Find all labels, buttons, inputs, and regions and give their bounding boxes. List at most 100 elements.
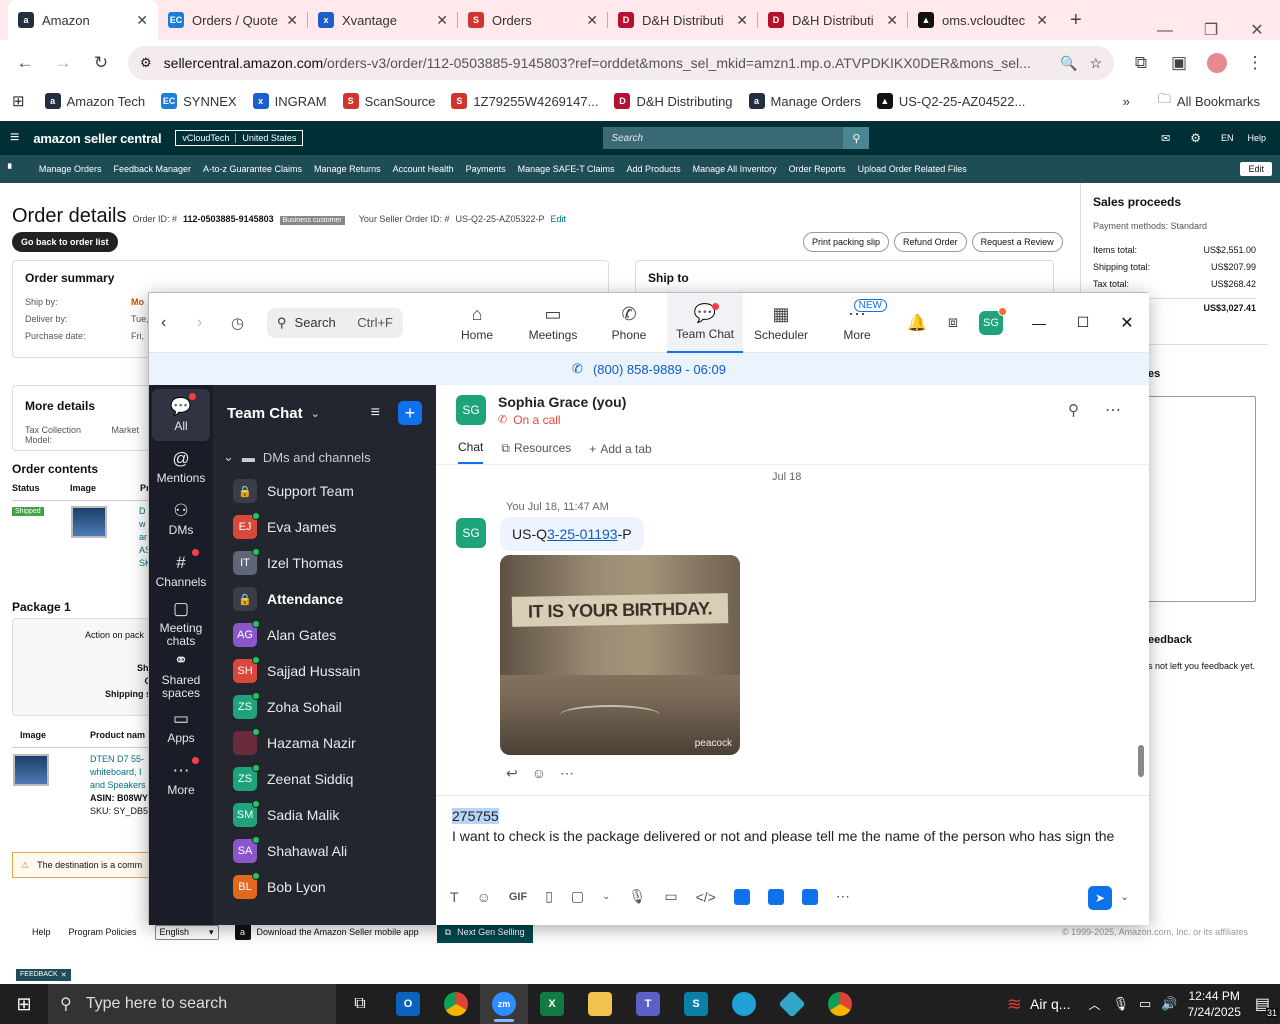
- browser-tab[interactable]: S Orders ✕: [458, 0, 608, 40]
- compose-selected-text[interactable]: 275755: [452, 808, 499, 824]
- mic-tray-icon[interactable]: 🎙: [1112, 996, 1129, 1012]
- product-title-line[interactable]: whiteboard, I: [90, 766, 148, 779]
- file-explorer-icon[interactable]: [576, 984, 624, 1024]
- task-view-icon[interactable]: ⧉: [336, 984, 384, 1024]
- zoom-avatar[interactable]: SG: [979, 306, 1007, 335]
- birthday-gif[interactable]: IT IS YOUR BIRTHDAY. peacock: [500, 555, 740, 755]
- more-actions-icon[interactable]: ⋯: [560, 765, 574, 782]
- notes-textarea[interactable]: [1146, 396, 1256, 602]
- team-chat-title[interactable]: Team Chat: [227, 405, 303, 422]
- seller-search-box[interactable]: Search ⚲: [603, 127, 870, 149]
- tab-resources[interactable]: ⧉ Resources: [501, 441, 571, 464]
- zoom-nav-team-chat[interactable]: 💬 Team Chat: [667, 292, 743, 353]
- bookmark-item[interactable]: S ScanSource: [335, 93, 444, 109]
- zoom-nav-home[interactable]: ⌂ Home: [439, 293, 515, 353]
- tray-chevron-icon[interactable]: ︿: [1088, 996, 1100, 1013]
- nav-link[interactable]: Add Products: [627, 164, 681, 174]
- zoom-nav-meetings[interactable]: ▭ Meetings: [515, 293, 591, 353]
- footer-policies-link[interactable]: Program Policies: [69, 927, 137, 937]
- footer-app-link[interactable]: a Download the Amazon Seller mobile app: [234, 924, 419, 940]
- forward-icon[interactable]: →: [46, 46, 80, 80]
- product-title-line[interactable]: and Speakers: [90, 779, 148, 792]
- notifications-icon[interactable]: ▤ 31: [1255, 994, 1278, 1018]
- reload-icon[interactable]: ↻: [84, 46, 118, 80]
- profile-avatar[interactable]: [1200, 46, 1234, 80]
- browser-tab[interactable]: EC Orders / Quote ✕: [158, 0, 308, 40]
- notifications-bell-icon[interactable]: 🔔: [899, 313, 935, 333]
- bookmark-item[interactable]: S 1Z79255W4269147...: [443, 93, 606, 109]
- chat-list-item[interactable]: ZS Zoha Sohail: [213, 689, 436, 725]
- zoom-nav-more[interactable]: ⋯ More NEW: [819, 293, 895, 353]
- app-icon-2[interactable]: [767, 888, 784, 905]
- filter-icon[interactable]: ≡: [371, 404, 380, 422]
- more-tools-icon[interactable]: ⋯: [836, 888, 850, 905]
- back-icon[interactable]: ←: [8, 46, 42, 80]
- browser-tab[interactable]: D D&H Distributi ✕: [608, 0, 758, 40]
- all-bookmarks[interactable]: 🗀 All Bookmarks: [1150, 90, 1268, 112]
- chat-more-icon[interactable]: ⋯: [1105, 400, 1121, 420]
- excel-icon[interactable]: X: [528, 984, 576, 1024]
- mail-icon[interactable]: ✉: [1161, 132, 1170, 145]
- section-collapse-icon[interactable]: ⌄: [223, 449, 234, 465]
- app-diamond-icon[interactable]: [768, 984, 816, 1024]
- store-selector[interactable]: vCloudTech United States: [175, 130, 304, 146]
- browser-tab[interactable]: x Xvantage ✕: [308, 0, 458, 40]
- tab-close-icon[interactable]: ✕: [886, 12, 898, 29]
- bookmark-item[interactable]: x INGRAM: [245, 93, 335, 109]
- rail-mentions[interactable]: @ Mentions: [149, 441, 213, 493]
- zoom-forward-icon[interactable]: ›: [197, 314, 221, 332]
- extensions-icon[interactable]: ⧉: [1124, 46, 1158, 80]
- zoom-minimize-icon[interactable]: —: [1017, 315, 1061, 331]
- rail-all[interactable]: 💬 All: [152, 389, 210, 441]
- site-info-icon[interactable]: ⚙: [140, 55, 152, 71]
- weather-icon[interactable]: ≋: [1007, 994, 1022, 1015]
- browser-tab[interactable]: ▲ oms.vcloudtec ✕: [908, 0, 1058, 40]
- order-action-button[interactable]: Print packing slip: [803, 232, 890, 252]
- send-button[interactable]: ➤: [1088, 886, 1112, 910]
- bookmark-item[interactable]: a Amazon Tech: [37, 93, 154, 109]
- chat-list-item[interactable]: SH Sajjad Hussain: [213, 653, 436, 689]
- format-text-icon[interactable]: T: [450, 889, 459, 905]
- app-icon-1[interactable]: [733, 888, 750, 905]
- minimize-icon[interactable]: —: [1142, 22, 1188, 40]
- go-back-button[interactable]: Go back to order list: [12, 232, 118, 252]
- bookmark-pin-icon[interactable]: ▘: [8, 164, 15, 175]
- nav-link[interactable]: Upload Order Related Files: [858, 164, 967, 174]
- volume-icon[interactable]: 🔊: [1161, 996, 1177, 1012]
- settings-gear-icon[interactable]: ⚙: [1190, 131, 1201, 145]
- order-action-button[interactable]: Refund Order: [894, 232, 967, 252]
- tab-close-icon[interactable]: ✕: [286, 12, 298, 29]
- zoom-nav-phone[interactable]: ✆ Phone: [591, 293, 667, 353]
- nav-link[interactable]: Manage Returns: [314, 164, 381, 174]
- new-tab-button[interactable]: +: [1058, 0, 1094, 40]
- chat-list-item[interactable]: EJ Eva James: [213, 509, 436, 545]
- feedback-tag[interactable]: FEEDBACK ✕: [16, 969, 71, 981]
- zoom-maximize-icon[interactable]: ☐: [1061, 314, 1105, 331]
- chat-search-icon[interactable]: ⚲: [1068, 401, 1079, 419]
- call-banner[interactable]: ✆ (800) 858-9889 - 06:09: [149, 353, 1149, 385]
- bookmark-star-icon[interactable]: ☆: [1089, 55, 1102, 72]
- new-chat-button[interactable]: +: [398, 401, 422, 425]
- zoom-taskbar-icon[interactable]: zm: [480, 984, 528, 1024]
- chat-list-item[interactable]: IT Izel Thomas: [213, 545, 436, 581]
- rail-dms[interactable]: ⚇ DMs: [149, 493, 213, 545]
- chevron-down-icon[interactable]: ⌄: [311, 407, 320, 420]
- rail-more[interactable]: ⋯ More: [149, 753, 213, 805]
- seller-central-logo[interactable]: amazon seller central: [33, 131, 161, 146]
- browser-tab[interactable]: a Amazon ✕: [8, 0, 158, 40]
- zoom-back-icon[interactable]: ‹: [161, 314, 185, 332]
- restore-icon[interactable]: ❐: [1188, 20, 1234, 40]
- microphone-icon[interactable]: 🎙: [629, 888, 647, 905]
- weather-text[interactable]: Air q...: [1030, 996, 1070, 1012]
- network-icon[interactable]: ▭: [1139, 996, 1151, 1012]
- bookmark-item[interactable]: EC SYNNEX: [153, 93, 244, 109]
- chat-list-item[interactable]: BL Bob Lyon: [213, 869, 436, 905]
- chat-name[interactable]: Sophia Grace (you): [498, 394, 626, 410]
- app-icon-3[interactable]: [801, 888, 818, 905]
- nav-link[interactable]: Manage SAFE-T Claims: [518, 164, 615, 174]
- bookmark-item[interactable]: ▲ US-Q2-25-AZ04522...: [869, 93, 1033, 109]
- bookmark-item[interactable]: a Manage Orders: [741, 93, 869, 109]
- tab-chat[interactable]: Chat: [458, 440, 484, 464]
- chat-list-item[interactable]: 🔒 Support Team: [213, 473, 436, 509]
- rail-meeting-chats[interactable]: ▢ Meeting chats: [149, 597, 213, 649]
